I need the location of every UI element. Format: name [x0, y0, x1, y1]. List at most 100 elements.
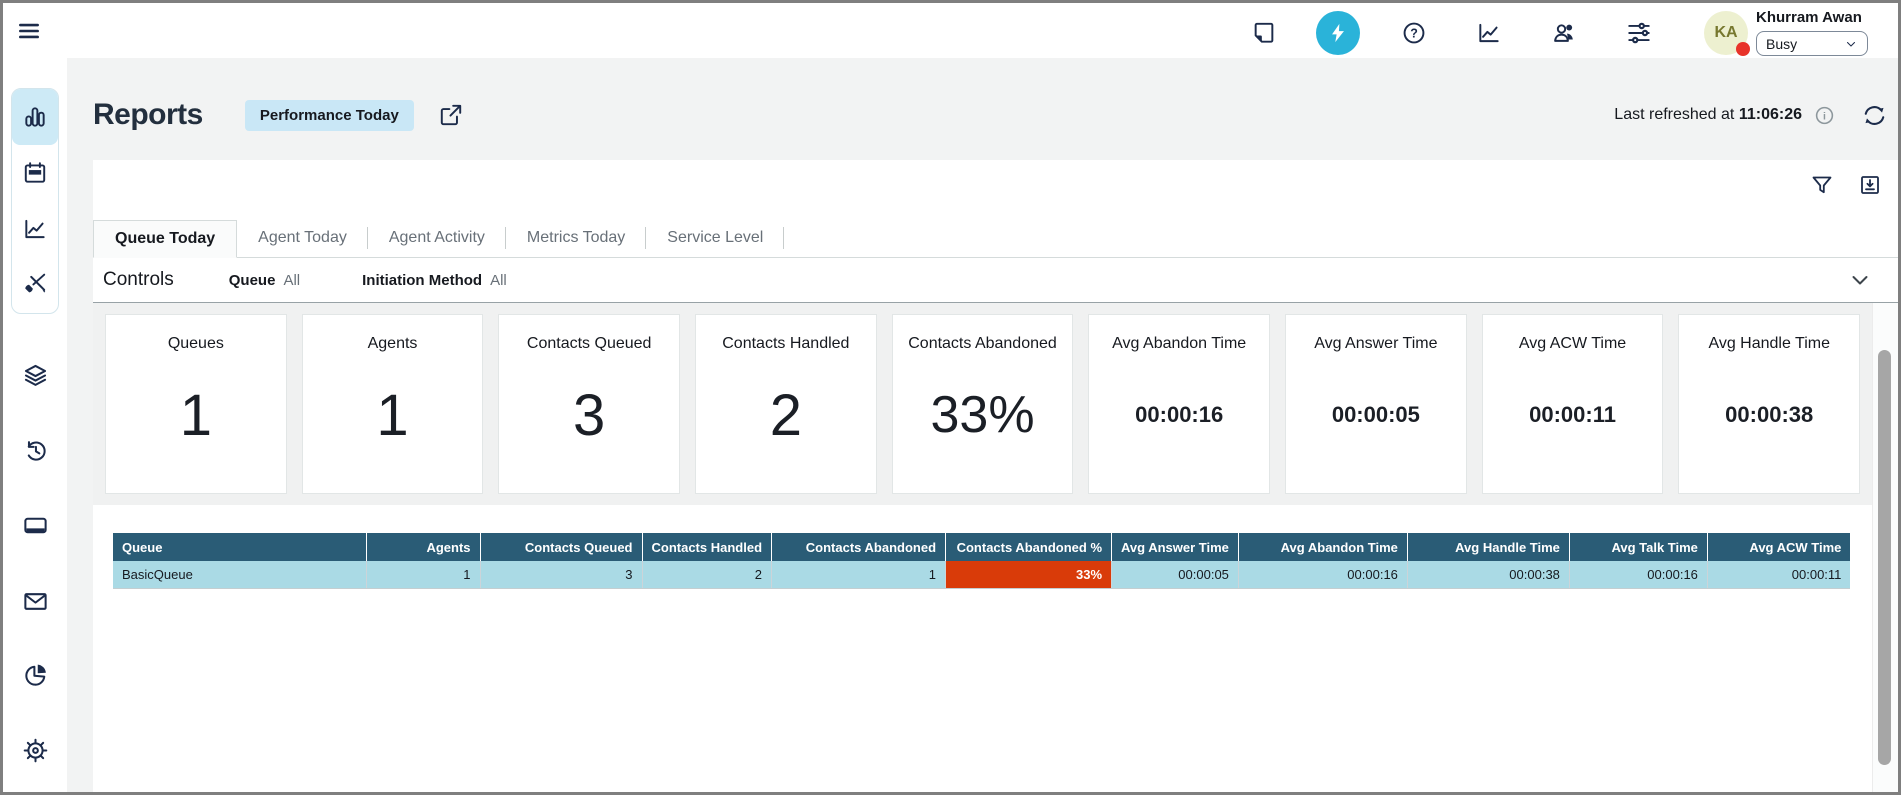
initiation-method-filter[interactable]: Initiation Method All [362, 272, 507, 289]
col-queue: Queue [113, 533, 366, 561]
kpi-card-avg-acw-time: Avg ACW Time 00:00:11 [1482, 314, 1664, 494]
cell-contacts-abandoned: 1 [772, 561, 946, 588]
kpi-card-contacts-handled: Contacts Handled 2 [695, 314, 877, 494]
sidebar-item-settings[interactable] [15, 730, 55, 770]
sidebar-item-mail[interactable] [15, 581, 55, 621]
layers-icon [22, 362, 49, 389]
page-header: Reports Performance Today Last refreshed… [93, 84, 1898, 146]
col-contacts-abandoned-pct: Contacts Abandoned % [946, 533, 1112, 561]
gear-icon [22, 737, 49, 764]
sidebar-reports-group [11, 88, 59, 314]
status-select[interactable]: Busy [1756, 31, 1868, 56]
kpi-card-queues: Queues 1 [105, 314, 287, 494]
hamburger-menu-icon[interactable] [16, 18, 42, 44]
svg-text:?: ? [1410, 26, 1418, 40]
cell-queue: BasicQueue [113, 561, 366, 588]
kpi-card-contacts-abandoned: Contacts Abandoned 33% [892, 314, 1074, 494]
agents-icon[interactable] [1551, 20, 1577, 46]
last-refreshed-time: 11:06:26 [1739, 106, 1802, 123]
cell-agents: 1 [366, 561, 480, 588]
col-contacts-abandoned: Contacts Abandoned [772, 533, 946, 561]
sidebar-item-historical-metrics[interactable] [12, 201, 58, 257]
cell-avg-abandon-time: 00:00:16 [1238, 561, 1407, 588]
help-icon[interactable]: ? [1401, 20, 1427, 46]
tab-queue-today[interactable]: Queue Today [93, 220, 237, 258]
status-select-value: Busy [1766, 36, 1797, 52]
sidebar-item-window[interactable] [15, 505, 55, 545]
sidebar-item-history[interactable] [15, 430, 55, 470]
collapse-chevron-icon[interactable] [1848, 268, 1872, 292]
sidebar-item-scheduled-reports[interactable] [12, 145, 58, 201]
external-link-icon[interactable] [438, 102, 464, 128]
kpi-cards-strip: Queues 1 Agents 1 Contacts Queued 3 Cont… [93, 303, 1872, 505]
content-area: Reports Performance Today Last refreshed… [67, 58, 1898, 792]
filter-icon[interactable] [1810, 173, 1834, 197]
kpi-card-avg-answer-time: Avg Answer Time 00:00:05 [1285, 314, 1467, 494]
queue-filter[interactable]: Queue All [229, 272, 300, 289]
cell-contacts-handled: 2 [642, 561, 772, 588]
kpi-card-avg-handle-time: Avg Handle Time 00:00:38 [1678, 314, 1860, 494]
app-window: ? KA [0, 0, 1901, 795]
sidebar-item-realtime-reports[interactable] [12, 89, 58, 145]
calendar-icon [22, 160, 48, 186]
bar-chart-icon [22, 104, 48, 130]
kpi-card-agents: Agents 1 [302, 314, 484, 494]
pie-chart-icon [22, 662, 49, 689]
tab-bar: Queue Today Agent Today Agent Activity M… [93, 220, 1898, 258]
info-icon[interactable]: i [1814, 105, 1835, 126]
chevron-down-icon [1844, 37, 1858, 51]
cell-avg-answer-time: 00:00:05 [1112, 561, 1239, 588]
status-dot [1736, 42, 1750, 56]
queue-metrics-table: Queue Agents Contacts Queued Contacts Ha… [113, 533, 1850, 589]
avatar-initials: KA [1714, 24, 1737, 42]
tab-agent-activity[interactable]: Agent Activity [368, 219, 506, 257]
report-panel: Queue Today Agent Today Agent Activity M… [93, 160, 1898, 792]
avatar[interactable]: KA [1704, 11, 1748, 55]
notes-icon[interactable] [1251, 20, 1277, 46]
cell-contacts-abandoned-pct: 33% [946, 561, 1112, 588]
download-icon[interactable] [1858, 173, 1882, 197]
controls-title: Controls [103, 269, 174, 291]
col-avg-talk-time: Avg Talk Time [1569, 533, 1707, 561]
sidebar-item-design-tools[interactable] [12, 257, 58, 313]
sidebar-item-layers[interactable] [15, 355, 55, 395]
top-bar: ? KA [3, 3, 1898, 58]
window-icon [22, 512, 49, 539]
line-chart-icon [22, 216, 48, 242]
col-avg-abandon-time: Avg Abandon Time [1238, 533, 1407, 561]
svg-text:i: i [1823, 110, 1826, 122]
realtime-metrics-icon[interactable] [1316, 11, 1360, 55]
cell-avg-acw-time: 00:00:11 [1707, 561, 1850, 588]
col-contacts-queued: Contacts Queued [480, 533, 642, 561]
table-row[interactable]: BasicQueue 1 3 2 1 33% 00:00:05 00:00:16… [113, 561, 1850, 588]
user-name: Khurram Awan [1756, 9, 1862, 26]
scrollbar-thumb[interactable] [1878, 350, 1891, 765]
metrics-chart-icon[interactable] [1476, 20, 1502, 46]
last-refreshed-text: Last refreshed at 11:06:26 [1614, 106, 1802, 124]
mail-icon [22, 588, 49, 615]
tab-agent-today[interactable]: Agent Today [237, 219, 368, 257]
refresh-icon[interactable] [1861, 102, 1888, 129]
design-tools-icon [22, 272, 48, 298]
col-contacts-handled: Contacts Handled [642, 533, 772, 561]
tab-service-level[interactable]: Service Level [646, 219, 784, 257]
kpi-card-avg-abandon-time: Avg Abandon Time 00:00:16 [1088, 314, 1270, 494]
history-icon [22, 437, 49, 464]
cell-contacts-queued: 3 [480, 561, 642, 588]
col-avg-handle-time: Avg Handle Time [1407, 533, 1569, 561]
col-agents: Agents [366, 533, 480, 561]
sidebar [3, 58, 67, 792]
tab-metrics-today[interactable]: Metrics Today [506, 219, 646, 257]
page-title: Reports [93, 98, 203, 132]
cell-avg-talk-time: 00:00:16 [1569, 561, 1707, 588]
sidebar-item-pie-reports[interactable] [15, 655, 55, 695]
kpi-card-contacts-queued: Contacts Queued 3 [498, 314, 680, 494]
refresh-area: Last refreshed at 11:06:26 i [1614, 102, 1888, 129]
table-header-row: Queue Agents Contacts Queued Contacts Ha… [113, 533, 1850, 561]
col-avg-answer-time: Avg Answer Time [1112, 533, 1239, 561]
cell-avg-handle-time: 00:00:38 [1407, 561, 1569, 588]
panel-tools [1810, 173, 1882, 197]
col-avg-acw-time: Avg ACW Time [1707, 533, 1850, 561]
settings-sliders-icon[interactable] [1626, 20, 1652, 46]
report-badge: Performance Today [245, 100, 414, 131]
